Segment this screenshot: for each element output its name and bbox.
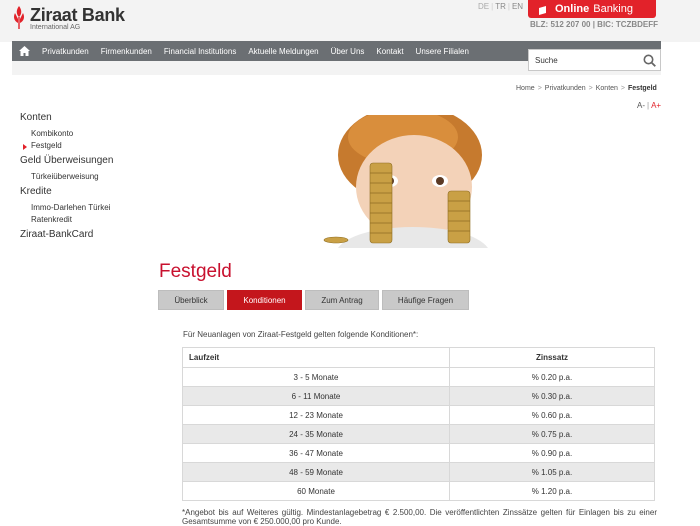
logo-subtitle: International AG xyxy=(30,24,81,31)
nav-privatkunden[interactable]: Privatkunden xyxy=(36,47,95,56)
term-cell: 3 - 5 Monate xyxy=(182,367,450,387)
home-button[interactable] xyxy=(12,41,36,61)
nav-unsere-filialen[interactable]: Unsere Filialen xyxy=(410,47,475,56)
search-icon[interactable] xyxy=(643,54,656,67)
table-row: 24 - 35 Monate% 0.75 p.a. xyxy=(182,424,655,444)
logo-name: Ziraat Bank xyxy=(30,5,125,25)
sidebar-group-konten[interactable]: Konten xyxy=(20,112,150,123)
home-icon xyxy=(18,46,30,56)
term-cell: 6 - 11 Monate xyxy=(182,386,450,406)
table-row: 6 - 11 Monate% 0.30 p.a. xyxy=(182,386,655,406)
font-smaller-button[interactable]: A- xyxy=(637,101,645,110)
nav-financial-institutions[interactable]: Financial Institutions xyxy=(158,47,242,56)
sidebar-item-tuerkeiueberweisung[interactable]: Türkeiüberweisung xyxy=(20,172,150,181)
sidebar-item-immo-darlehen[interactable]: Immo-Darlehen Türkei xyxy=(20,203,150,212)
rate-cell: % 0.75 p.a. xyxy=(449,424,655,444)
search-input[interactable]: Suche xyxy=(528,49,661,71)
online-banking-label: Banking xyxy=(593,3,633,15)
table-row: 3 - 5 Monate% 0.20 p.a. xyxy=(182,367,655,387)
online-banking-label-bold: Online xyxy=(555,3,590,15)
nav-aktuelle-meldungen[interactable]: Aktuelle Meldungen xyxy=(242,47,324,56)
wheat-logo-icon xyxy=(14,6,24,29)
table-row: 12 - 23 Monate% 0.60 p.a. xyxy=(182,405,655,425)
nav-firmenkunden[interactable]: Firmenkunden xyxy=(95,47,158,56)
sidebar: Konten Kombikonto Festgeld Geld Überweis… xyxy=(20,112,150,240)
search-placeholder: Suche xyxy=(535,55,558,65)
tab-haeufige-fragen[interactable]: Häufige Fragen xyxy=(382,290,469,310)
nav-ueber-uns[interactable]: Über Uns xyxy=(325,47,371,56)
conditions-intro: Für Neuanlagen von Ziraat-Festgeld gelte… xyxy=(183,330,419,339)
breadcrumb: Home > Privatkunden > Konten > Festgeld xyxy=(516,85,657,92)
sidebar-group-geld-ueberweisungen[interactable]: Geld Überweisungen xyxy=(20,155,150,166)
term-cell: 12 - 23 Monate xyxy=(182,405,450,425)
breadcrumb-privatkunden[interactable]: Privatkunden xyxy=(545,85,586,92)
sidebar-group-kredite[interactable]: Kredite xyxy=(20,186,150,197)
hero-image xyxy=(158,115,660,248)
online-banking-button[interactable]: Online Banking xyxy=(528,0,656,18)
nav-kontakt[interactable]: Kontakt xyxy=(370,47,409,56)
rate-cell: % 0.30 p.a. xyxy=(449,386,655,406)
rate-cell: % 0.90 p.a. xyxy=(449,443,655,463)
column-header-laufzeit: Laufzeit xyxy=(182,347,450,368)
tab-konditionen[interactable]: Konditionen xyxy=(227,290,302,310)
column-header-zinssatz: Zinssatz xyxy=(449,347,655,368)
term-cell: 24 - 35 Monate xyxy=(182,424,450,444)
rate-cell: % 1.20 p.a. xyxy=(449,481,655,501)
bank-code: BLZ: 512 207 00 | BIC: TCZBDEFF xyxy=(530,20,659,29)
sidebar-group-ziraat-bankcard[interactable]: Ziraat-BankCard xyxy=(20,229,150,240)
font-larger-button[interactable]: A+ xyxy=(651,101,661,110)
child-with-coins-illustration xyxy=(158,115,660,248)
page-title: Festgeld xyxy=(159,261,232,282)
table-row: 48 - 59 Monate% 1.05 p.a. xyxy=(182,462,655,482)
sidebar-item-kombikonto[interactable]: Kombikonto xyxy=(20,129,150,138)
lang-en[interactable]: EN xyxy=(512,2,523,11)
breadcrumb-konten[interactable]: Konten xyxy=(596,85,618,92)
term-cell: 36 - 47 Monate xyxy=(182,443,450,463)
tab-zum-antrag[interactable]: Zum Antrag xyxy=(305,290,379,310)
term-cell: 48 - 59 Monate xyxy=(182,462,450,482)
logo[interactable]: Ziraat Bank International AG xyxy=(12,5,125,31)
lang-tr[interactable]: TR xyxy=(495,2,506,11)
rates-table: Laufzeit Zinssatz 3 - 5 Monate% 0.20 p.a… xyxy=(182,347,655,501)
breadcrumb-home[interactable]: Home xyxy=(516,85,535,92)
rate-cell: % 0.60 p.a. xyxy=(449,405,655,425)
sidebar-item-ratenkredit[interactable]: Ratenkredit xyxy=(20,215,150,224)
lock-icon xyxy=(539,5,546,15)
conditions-footnote: *Angebot bis auf Weiteres gültig. Mindes… xyxy=(182,508,657,526)
rate-cell: % 1.05 p.a. xyxy=(449,462,655,482)
lang-de[interactable]: DE xyxy=(478,2,489,11)
table-row: 36 - 47 Monate% 0.90 p.a. xyxy=(182,443,655,463)
font-size-control: A- | A+ xyxy=(637,101,662,110)
tab-ueberblick[interactable]: Überblick xyxy=(158,290,224,310)
language-switch: DE | TR | EN xyxy=(478,2,524,11)
table-header-row: Laufzeit Zinssatz xyxy=(182,347,655,368)
term-cell: 60 Monate xyxy=(182,481,450,501)
breadcrumb-current: Festgeld xyxy=(628,85,657,92)
rate-cell: % 0.20 p.a. xyxy=(449,367,655,387)
table-row: 60 Monate% 1.20 p.a. xyxy=(182,481,655,501)
sidebar-item-festgeld[interactable]: Festgeld xyxy=(20,141,150,150)
